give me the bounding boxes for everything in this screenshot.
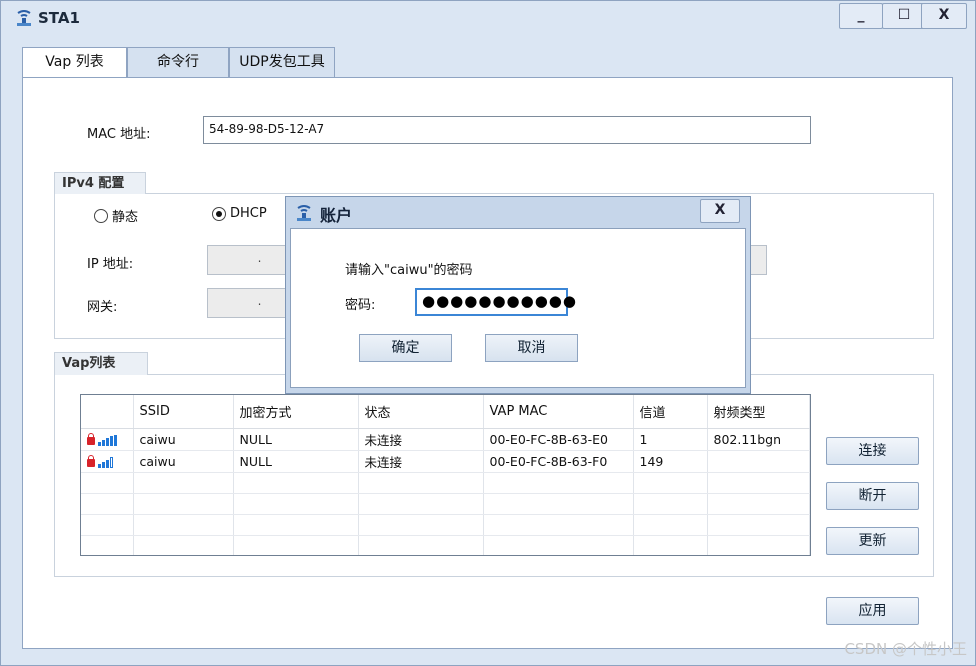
ssid-cell: caiwu xyxy=(133,450,234,473)
ssid-cell: caiwu xyxy=(133,428,234,451)
watermark: CSDN @个性小王 xyxy=(844,640,967,658)
app-icon xyxy=(17,10,31,26)
disconnect-button[interactable]: 断开 xyxy=(826,482,919,510)
ok-button[interactable]: 确定 xyxy=(359,334,452,362)
tab-udp-tool[interactable]: UDP发包工具 xyxy=(229,47,335,78)
empty-row xyxy=(81,535,810,555)
channel-cell: 149 xyxy=(633,450,708,473)
title-bar[interactable]: STA1 _ ☐ X xyxy=(1,1,975,35)
ipv4-group-title: IPv4 配置 xyxy=(54,172,146,194)
column-header-status[interactable]: 状态 xyxy=(358,395,484,429)
dialog-close-button[interactable]: X xyxy=(700,199,740,223)
gateway-label: 网关: xyxy=(87,300,118,315)
maximize-button[interactable]: ☐ xyxy=(882,3,926,29)
apply-button[interactable]: 应用 xyxy=(826,597,919,625)
column-header-channel[interactable]: 信道 xyxy=(633,395,708,429)
dialog-body: 请输入"caiwu"的密码 密码: ●●●●●●●●●●● 确定 取消 xyxy=(290,228,746,388)
dialog-title: 账户 xyxy=(320,206,353,225)
signal-cell xyxy=(81,428,134,451)
channel-cell: 1 xyxy=(633,428,708,451)
vap-table[interactable]: SSID 加密方式 状态 VAP MAC 信道 射频类型 caiwu NULL … xyxy=(80,394,811,556)
connect-button[interactable]: 连接 xyxy=(826,437,919,465)
column-header-encryption[interactable]: 加密方式 xyxy=(233,395,359,429)
radio-checked-icon xyxy=(212,206,226,221)
table-header: SSID 加密方式 状态 VAP MAC 信道 射频类型 xyxy=(81,395,810,429)
empty-row xyxy=(81,493,810,515)
vap-mac-cell: 00-E0-FC-8B-63-E0 xyxy=(483,428,634,451)
column-header-ssid[interactable]: SSID xyxy=(133,395,234,429)
encryption-cell: NULL xyxy=(233,450,359,473)
column-header-vap-mac[interactable]: VAP MAC xyxy=(483,395,634,429)
static-label: 静态 xyxy=(112,210,139,225)
minimize-button[interactable]: _ xyxy=(839,3,883,29)
lock-icon xyxy=(87,455,95,467)
window-title: STA1 xyxy=(38,9,80,27)
refresh-button[interactable]: 更新 xyxy=(826,527,919,555)
tab-vap-list[interactable]: Vap 列表 xyxy=(22,47,127,79)
status-cell: 未连接 xyxy=(358,450,484,473)
column-header-signal xyxy=(81,395,134,429)
table-row[interactable]: caiwu NULL 未连接 00-E0-FC-8B-63-E0 1 802.1… xyxy=(81,428,810,451)
empty-row xyxy=(81,514,810,536)
account-dialog: 账户 X 请输入"caiwu"的密码 密码: ●●●●●●●●●●● 确定 取消 xyxy=(285,196,751,394)
mac-address-field[interactable]: 54-89-98-D5-12-A7 xyxy=(203,116,811,144)
empty-row xyxy=(81,472,810,494)
radio-unchecked-icon xyxy=(94,208,108,223)
mac-label: MAC 地址: xyxy=(87,127,151,142)
password-prompt: 请输入"caiwu"的密码 xyxy=(345,263,473,278)
app-icon xyxy=(297,205,311,221)
signal-cell xyxy=(81,450,134,473)
radio-type-cell xyxy=(707,450,810,473)
cancel-button[interactable]: 取消 xyxy=(485,334,578,362)
lock-icon xyxy=(87,433,95,445)
dhcp-radio[interactable]: DHCP xyxy=(212,206,267,221)
password-label: 密码: xyxy=(345,298,376,313)
signal-strength-icon xyxy=(98,456,113,468)
close-button[interactable]: X xyxy=(921,3,967,29)
encryption-cell: NULL xyxy=(233,428,359,451)
password-input[interactable]: ●●●●●●●●●●● xyxy=(415,288,576,316)
column-header-radio-type[interactable]: 射频类型 xyxy=(707,395,810,429)
dhcp-label: DHCP xyxy=(230,206,267,221)
tab-command-line[interactable]: 命令行 xyxy=(127,47,229,78)
ip-address-label: IP 地址: xyxy=(87,257,134,272)
static-radio[interactable]: 静态 xyxy=(94,206,138,225)
signal-strength-icon xyxy=(98,434,117,446)
radio-type-cell: 802.11bgn xyxy=(707,428,810,451)
table-row[interactable]: caiwu NULL 未连接 00-E0-FC-8B-63-F0 149 xyxy=(81,450,810,473)
sta1-window: STA1 _ ☐ X Vap 列表 命令行 UDP发包工具 MAC 地址: 54… xyxy=(0,0,976,666)
status-cell: 未连接 xyxy=(358,428,484,451)
vap-group-title: Vap列表 xyxy=(54,352,148,375)
vap-mac-cell: 00-E0-FC-8B-63-F0 xyxy=(483,450,634,473)
